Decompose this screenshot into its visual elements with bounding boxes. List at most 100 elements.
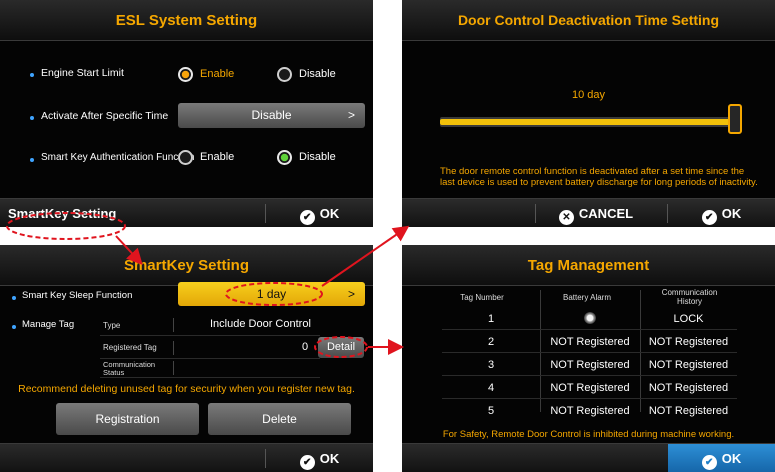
- detail-button[interactable]: Detail: [318, 337, 364, 358]
- deactivation-slider-knob[interactable]: [728, 104, 742, 134]
- comm-history-header-line2: History: [677, 297, 702, 306]
- type-label: Type: [103, 321, 121, 330]
- sleep-function-select[interactable]: 1 day >: [178, 282, 365, 306]
- check-circle-icon: ✔: [299, 455, 315, 470]
- engine-start-disable-label: Disable: [299, 68, 336, 80]
- battery-alarm-cell: [542, 308, 638, 330]
- column-divider: [173, 318, 174, 332]
- door-footer: ✕ CANCEL ✔ OK: [402, 198, 775, 227]
- engine-start-enable-radio[interactable]: [178, 67, 193, 82]
- battery-alarm-cell: NOT Registered: [550, 382, 630, 394]
- check-circle-icon: ✔: [299, 210, 315, 225]
- deactivation-slider-fill: [440, 119, 735, 125]
- tag-ok-button[interactable]: ✔ OK: [668, 444, 775, 472]
- type-value: Include Door Control: [210, 318, 311, 330]
- tag-footer: ✔ OK: [402, 443, 775, 472]
- cancel-label: CANCEL: [578, 206, 634, 221]
- battery-indicator-icon: [584, 312, 596, 324]
- row-divider: [100, 377, 320, 378]
- smart-key-auth-enable-radio[interactable]: [178, 150, 193, 165]
- comm-history-cell: NOT Registered: [648, 336, 729, 348]
- tag-title: Tag Management: [402, 245, 775, 286]
- tag-number-cell: 5: [487, 405, 495, 417]
- registered-tag-value: 0: [302, 341, 309, 353]
- smart-key-auth-disable-label: Disable: [299, 151, 336, 163]
- table-row: 5 NOT Registered NOT Registered: [442, 400, 737, 422]
- manage-tag-label: Manage Tag: [22, 319, 75, 330]
- comm-history-cell: LOCK: [673, 313, 704, 325]
- door-ok-button[interactable]: ✔ OK: [668, 199, 775, 227]
- door-note: The door remote control function is deac…: [440, 166, 758, 188]
- table-row: 3 NOT Registered NOT Registered: [442, 354, 737, 376]
- delete-button[interactable]: Delete: [208, 403, 351, 435]
- table-row: 4 NOT Registered NOT Registered: [442, 377, 737, 399]
- door-title: Door Control Deactivation Time Setting: [402, 0, 775, 41]
- comm-history-header-line1: Communication: [661, 288, 718, 297]
- row-divider: [100, 335, 320, 336]
- table-row: 2 NOT Registered NOT Registered: [442, 331, 737, 353]
- row-divider: [100, 358, 320, 359]
- check-circle-icon: ✔: [701, 455, 717, 470]
- activate-after-label: Activate After Specific Time: [41, 110, 169, 122]
- battery-alarm-cell: NOT Registered: [550, 336, 630, 348]
- sleep-value: 1 day: [256, 287, 287, 301]
- x-circle-icon: ✕: [558, 210, 574, 225]
- tag-number-header: Tag Number: [460, 293, 504, 302]
- safety-text: For Safety, Remote Door Control is inhib…: [442, 429, 735, 440]
- tag-management-panel: Tag Management Tag Number Battery Alarm …: [402, 245, 775, 472]
- esl-ok-label: OK: [319, 206, 340, 221]
- comm-status-label-line2: Status: [103, 368, 125, 377]
- engine-start-enable-label: Enable: [200, 68, 235, 80]
- esl-system-setting-panel: ESL System Setting Engine Start Limit En…: [0, 0, 373, 227]
- smartkey-setting-panel: SmartKey Setting Smart Key Sleep Functio…: [0, 245, 373, 472]
- battery-alarm-cell: NOT Registered: [550, 405, 630, 417]
- smart-key-auth-label: Smart Key Authentication Function: [41, 152, 195, 163]
- tag-number-cell: 2: [487, 336, 495, 348]
- registration-button[interactable]: Registration: [56, 403, 199, 435]
- smart-key-auth-disable-radio[interactable]: [277, 150, 292, 165]
- activate-after-value: Disable: [251, 108, 292, 122]
- door-ok-label: OK: [721, 206, 742, 221]
- smart-key-auth-enable-label: Enable: [200, 151, 235, 163]
- check-circle-icon: ✔: [701, 210, 717, 225]
- bullet-icon: [30, 158, 34, 162]
- comm-history-cell: NOT Registered: [648, 405, 729, 417]
- chevron-right-icon: >: [347, 287, 355, 301]
- tag-number-cell: 3: [487, 359, 495, 371]
- table-row: 1 LOCK: [442, 308, 737, 330]
- comm-status-label: Communication Status: [103, 361, 155, 377]
- smartkey-title: SmartKey Setting: [0, 245, 373, 286]
- recommend-text: Recommend deleting unused tag for securi…: [18, 383, 355, 395]
- smartkey-footer: ✔ OK: [0, 443, 373, 472]
- bullet-icon: [12, 325, 16, 329]
- tag-ok-label: OK: [721, 451, 742, 466]
- smartkey-setting-button[interactable]: SmartKey Setting: [8, 199, 128, 227]
- bullet-icon: [30, 116, 34, 120]
- engine-start-disable-radio[interactable]: [277, 67, 292, 82]
- esl-ok-button[interactable]: ✔ OK: [266, 199, 373, 227]
- tag-number-cell: 4: [487, 382, 495, 394]
- deactivation-slider-track[interactable]: [440, 117, 735, 127]
- chevron-right-icon: >: [347, 108, 355, 122]
- engine-start-limit-label: Engine Start Limit: [41, 67, 124, 79]
- comm-history-cell: NOT Registered: [648, 382, 729, 394]
- battery-alarm-cell: NOT Registered: [550, 359, 630, 371]
- esl-title: ESL System Setting: [0, 0, 373, 41]
- activate-after-select[interactable]: Disable >: [178, 103, 365, 128]
- registered-tag-label: Registered Tag: [103, 343, 157, 352]
- bullet-icon: [12, 296, 16, 300]
- door-control-panel: Door Control Deactivation Time Setting 1…: [402, 0, 775, 227]
- cancel-button[interactable]: ✕ CANCEL: [536, 199, 656, 227]
- comm-history-header: Communication History: [642, 288, 737, 306]
- smartkey-ok-label: OK: [319, 451, 340, 466]
- tag-number-cell: 1: [487, 313, 495, 325]
- esl-footer: SmartKey Setting ✔ OK: [0, 198, 373, 227]
- column-divider: [173, 341, 174, 355]
- comm-history-cell: NOT Registered: [648, 359, 729, 371]
- column-divider: [173, 361, 174, 375]
- slider-value-text: 10 day: [571, 89, 606, 101]
- bullet-icon: [30, 73, 34, 77]
- battery-alarm-header: Battery Alarm: [562, 293, 611, 302]
- smartkey-ok-button[interactable]: ✔ OK: [266, 444, 373, 472]
- sleep-function-label: Smart Key Sleep Function: [22, 290, 133, 301]
